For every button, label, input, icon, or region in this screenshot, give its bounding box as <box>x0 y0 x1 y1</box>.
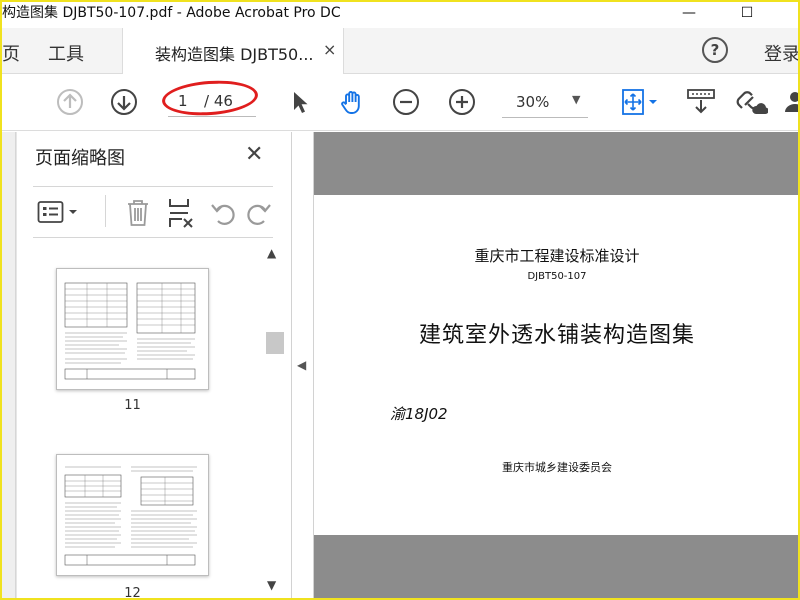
scroll-mode-icon[interactable] <box>686 88 716 116</box>
rotate-counterclockwise-icon[interactable] <box>209 199 237 227</box>
user-icon[interactable] <box>784 88 800 116</box>
title-bar: 构造图集 DJBT50-107.pdf - Adobe Acrobat Pro … <box>0 0 800 28</box>
scrollbar-thumb[interactable] <box>266 332 284 354</box>
zoom-value: 30% <box>516 93 550 111</box>
thumbnail-label: 11 <box>124 398 141 413</box>
delete-page-icon[interactable] <box>125 198 151 228</box>
tab-tools[interactable]: 工具 <box>48 40 84 66</box>
doc-subtitle: 重庆市工程建设标准设计 <box>474 247 640 265</box>
thumbnail-list: 11 12 <box>17 240 261 600</box>
scroll-down-icon[interactable]: ▼ <box>267 578 276 592</box>
window-title: 构造图集 DJBT50-107.pdf - Adobe Acrobat Pro … <box>2 5 341 21</box>
scroll-up-icon[interactable]: ▲ <box>267 246 276 260</box>
document-view[interactable]: 重庆市工程建设标准设计 DJBT50-107 建筑室外透水铺装构造图集 渝18J… <box>314 132 800 600</box>
help-icon[interactable]: ? <box>702 37 728 63</box>
thumbnail-label: 12 <box>124 586 141 600</box>
collapse-panel-icon[interactable]: ◀ <box>297 358 306 372</box>
select-tool-icon[interactable] <box>286 88 314 116</box>
panel-close-icon[interactable]: ✕ <box>245 142 263 167</box>
chevron-down-icon: ▼ <box>572 93 581 106</box>
previous-page-icon[interactable] <box>56 88 84 116</box>
page-thumbnail-image <box>64 466 197 566</box>
main-toolbar: 1 / 46 30% ▼ <box>0 75 800 131</box>
share-link-icon[interactable] <box>734 88 768 116</box>
panel-title: 页面缩略图 <box>35 148 125 169</box>
rotate-clockwise-icon[interactable] <box>245 199 273 227</box>
zoom-select[interactable]: 30% ▼ <box>502 89 588 118</box>
left-nav-strip <box>0 132 16 600</box>
panel-collapse-strip[interactable]: ◀ <box>292 132 314 600</box>
options-menu-icon[interactable] <box>37 200 81 226</box>
page-thumbnail[interactable] <box>56 454 209 576</box>
tab-row: 页 工具 装构造图集 DJBT50... × ? 登录 <box>0 28 800 74</box>
fit-page-icon[interactable] <box>620 88 660 116</box>
page-thumbnails-panel: 页面缩略图 ✕ 11 12 ▲ ▼ <box>16 132 292 600</box>
zoom-out-icon[interactable] <box>392 88 420 116</box>
zoom-in-icon[interactable] <box>448 88 476 116</box>
page-thumbnail[interactable] <box>56 268 209 390</box>
hand-tool-icon[interactable] <box>338 88 366 116</box>
doc-title: 建筑室外透水铺装构造图集 <box>418 323 695 348</box>
document-tab-label: 装构造图集 DJBT50... <box>155 45 314 64</box>
insert-page-icon[interactable] <box>167 197 195 229</box>
minimize-button[interactable]: — <box>672 0 706 26</box>
next-page-icon[interactable] <box>110 88 138 116</box>
doc-issuer: 重庆市城乡建设委员会 <box>502 461 612 474</box>
tab-document[interactable]: 装构造图集 DJBT50... × <box>122 28 344 74</box>
doc-code: DJBT50-107 <box>527 271 587 282</box>
doc-number: 渝18J02 <box>390 405 448 423</box>
panel-toolbar <box>33 186 273 238</box>
tab-home[interactable]: 页 <box>2 40 20 66</box>
login-button[interactable]: 登录 <box>764 40 800 66</box>
thumbnail-scrollbar[interactable]: ▲ ▼ <box>264 242 286 598</box>
pdf-page: 重庆市工程建设标准设计 DJBT50-107 建筑室外透水铺装构造图集 渝18J… <box>314 195 800 535</box>
maximize-button[interactable]: ☐ <box>730 0 764 26</box>
page-thumbnail-image <box>64 282 196 380</box>
close-tab-icon[interactable]: × <box>323 40 336 59</box>
